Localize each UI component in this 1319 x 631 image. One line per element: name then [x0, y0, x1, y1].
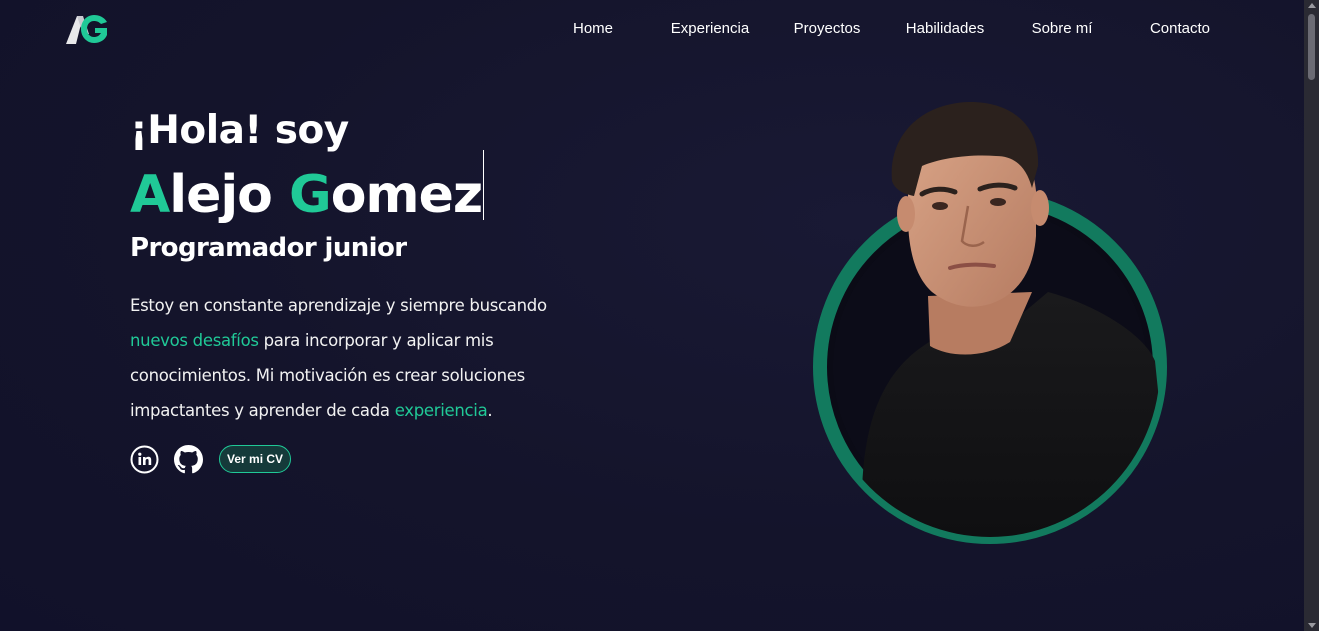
profile-photo — [813, 101, 1175, 544]
typing-cursor — [483, 150, 485, 220]
scroll-down-icon[interactable] — [1308, 623, 1316, 628]
page: Home Experiencia Proyectos Habilidades S… — [0, 0, 1319, 631]
cv-button[interactable]: Ver mi CV — [219, 445, 292, 473]
nav-home[interactable]: Home — [573, 20, 613, 37]
hero-description: Estoy en constante aprendizaje y siempre… — [130, 288, 550, 428]
nav-sobre-mi[interactable]: Sobre mí — [1032, 20, 1093, 37]
linkedin-icon — [130, 445, 159, 473]
ag-logo-icon[interactable] — [64, 12, 110, 46]
social-links: Ver mi CV — [130, 444, 650, 474]
name-first-rest: lejo — [169, 165, 289, 225]
role-heading: Programador junior — [130, 233, 407, 263]
nav-proyectos[interactable]: Proyectos — [794, 20, 861, 37]
description-highlight-1: nuevos desafíos — [130, 331, 259, 350]
name-last-rest: omez — [330, 165, 483, 225]
nav-habilidades[interactable]: Habilidades — [906, 20, 984, 37]
linkedin-link[interactable] — [130, 445, 159, 474]
description-highlight-2: experiencia — [394, 401, 488, 420]
description-text-1: Estoy en constante aprendizaje y siempre… — [130, 296, 547, 315]
scroll-up-icon[interactable] — [1308, 3, 1316, 8]
name-initial-first: A — [130, 165, 170, 225]
page-scrollbar[interactable] — [1304, 0, 1319, 631]
scroll-thumb[interactable] — [1308, 14, 1315, 80]
github-icon — [174, 444, 203, 473]
nav-experiencia[interactable]: Experiencia — [671, 20, 749, 37]
name-initial-last: G — [289, 165, 332, 225]
name-heading: Alejo Gomez — [130, 150, 485, 230]
github-link[interactable] — [174, 444, 203, 474]
hero-section: ¡Hola! soy Alejo Gomez Programador junio… — [130, 106, 650, 474]
nav-contacto[interactable]: Contacto — [1150, 20, 1210, 37]
greeting-heading: ¡Hola! soy — [130, 108, 349, 153]
description-text-3: . — [487, 401, 493, 420]
